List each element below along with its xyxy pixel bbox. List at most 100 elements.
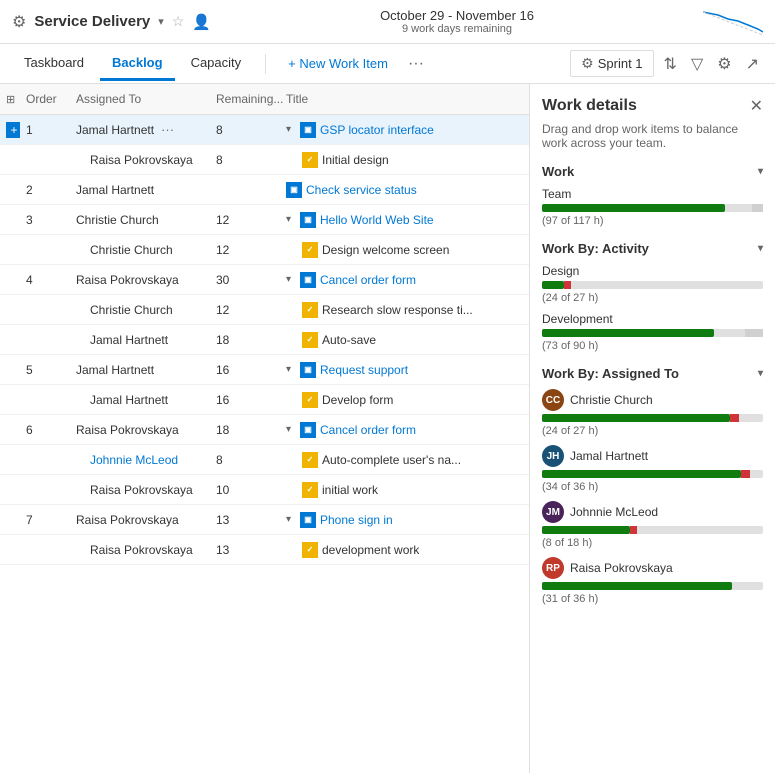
row-title-cell: ✓ Research slow response ti... (280, 299, 529, 321)
work-by-activity-section: Work By: Activity ▾ Design (24 of 27 h) … (542, 241, 763, 352)
header-title: Title (280, 88, 529, 110)
work-item-type-icon: ✓ (302, 452, 318, 468)
work-item-title[interactable]: Request support (320, 363, 408, 377)
work-section-header[interactable]: Work ▾ (542, 164, 763, 179)
close-panel-button[interactable]: ✕ (750, 96, 763, 116)
row-assigned: Jamal Hartnett ··· (70, 119, 210, 140)
row-assigned: Raisa Pokrovskaya (70, 540, 210, 560)
header-assigned: Assigned To (70, 88, 210, 110)
backlog-table: ⊞ Order Assigned To Remaining... Title +… (0, 84, 530, 773)
table-row: Johnnie McLeod 8 ✓ Auto-complete user's … (0, 445, 529, 475)
expand-icon[interactable]: ↗ (742, 50, 763, 78)
work-item-type-icon: ✓ (302, 542, 318, 558)
work-item-title[interactable]: Phone sign in (320, 513, 393, 527)
header-remaining: Remaining... (210, 88, 280, 110)
work-item-type-icon: ▣ (300, 512, 316, 528)
work-by-activity-header[interactable]: Work By: Activity ▾ (542, 241, 763, 256)
expand-row-icon[interactable]: ▾ (286, 124, 296, 135)
work-item-title[interactable]: Auto-complete user's na... (322, 453, 461, 467)
work-item-type-icon: ▣ (300, 362, 316, 378)
design-overflow (564, 281, 571, 289)
burndown-chart (703, 7, 763, 37)
person-row-rp: RP Raisa Pokrovskaya (542, 557, 763, 579)
row-assigned: Johnnie McLeod (70, 450, 210, 470)
jm-bar-fill (542, 526, 630, 534)
row-order: 4 (20, 270, 70, 290)
avatar-jh: JH (542, 445, 564, 467)
expand-row-icon[interactable]: ▾ (286, 424, 296, 435)
new-work-item-button[interactable]: + New Work Item (278, 51, 398, 76)
development-bar-track (542, 329, 763, 337)
row-assigned: Jamal Hartnett (70, 330, 210, 350)
panel-subtitle: Drag and drop work items to balance work… (542, 122, 763, 150)
row-title-cell: ▾ ▣ Hello World Web Site (280, 209, 529, 231)
expand-row-icon[interactable]: ▾ (286, 514, 296, 525)
work-item-title[interactable]: Cancel order form (320, 423, 416, 437)
table-row: 4 Raisa Pokrovskaya 30 ▾ ▣ Cancel order … (0, 265, 529, 295)
row-title-cell: ▾ ▣ Cancel order form (280, 269, 529, 291)
add-item-button[interactable]: + (6, 122, 20, 138)
work-item-title[interactable]: Check service status (306, 183, 417, 197)
table-row: 3 Christie Church 12 ▾ ▣ Hello World Web… (0, 205, 529, 235)
row-assigned: Jamal Hartnett (70, 180, 210, 200)
development-bar-remaining (745, 329, 763, 337)
filter-icon[interactable]: ▽ (687, 50, 707, 78)
expand-row-icon[interactable]: ▾ (286, 214, 296, 225)
avatar-cc: CC (542, 389, 564, 411)
settings-filter-icon[interactable]: ⇅ (660, 50, 681, 78)
cc-bar-fill (542, 414, 730, 422)
jh-bar-overflow (741, 470, 750, 478)
work-by-activity-chevron-icon: ▾ (758, 243, 763, 254)
work-item-title[interactable]: Hello World Web Site (320, 213, 434, 227)
row-title-cell: ✓ development work (280, 539, 529, 561)
row-remaining: 12 (210, 210, 280, 230)
more-options-button[interactable]: ··· (402, 51, 430, 77)
work-item-title[interactable]: Develop form (322, 393, 393, 407)
row-more-button[interactable]: ··· (157, 122, 178, 137)
row-add[interactable]: + (0, 119, 20, 141)
work-by-assigned-header[interactable]: Work By: Assigned To ▾ (542, 366, 763, 381)
table-row: Raisa Pokrovskaya 8 ✓ Initial design (0, 145, 529, 175)
gear-icon[interactable]: ⚙ (713, 50, 735, 78)
jm-bar-track (542, 526, 763, 534)
work-item-title[interactable]: development work (322, 543, 419, 557)
team-icon[interactable]: 👤 (192, 13, 211, 31)
work-item-title[interactable]: Initial design (322, 153, 389, 167)
row-assigned: Raisa Pokrovskaya (70, 270, 210, 290)
work-item-title[interactable]: Auto-save (322, 333, 376, 347)
header-order: Order (20, 88, 70, 110)
work-item-title[interactable]: initial work (322, 483, 378, 497)
favorite-icon[interactable]: ☆ (172, 13, 185, 30)
nav-divider (265, 54, 266, 74)
row-assigned: Christie Church (70, 300, 210, 320)
work-item-title[interactable]: Design welcome screen (322, 243, 449, 257)
work-item-title[interactable]: GSP locator interface (320, 123, 434, 137)
jm-bar-info: (8 of 18 h) (542, 537, 763, 549)
work-item-title[interactable]: Cancel order form (320, 273, 416, 287)
table-row: 6 Raisa Pokrovskaya 18 ▾ ▣ Cancel order … (0, 415, 529, 445)
project-chevron-icon[interactable]: ▾ (158, 15, 164, 28)
jh-bar-info: (34 of 36 h) (542, 481, 763, 493)
person-row-jh: JH Jamal Hartnett (542, 445, 763, 467)
team-bar-info: (97 of 117 h) (542, 215, 763, 227)
row-remaining: 10 (210, 480, 280, 500)
design-bar-track (542, 281, 763, 289)
row-add (0, 247, 20, 253)
row-assigned: Raisa Pokrovskaya (70, 150, 210, 170)
row-order: 6 (20, 420, 70, 440)
tab-backlog[interactable]: Backlog (100, 47, 175, 81)
expand-row-icon[interactable]: ▾ (286, 364, 296, 375)
row-remaining (210, 187, 280, 193)
row-title-cell: ✓ Initial design (280, 149, 529, 171)
development-bar-label: Development (542, 312, 763, 326)
person-name-jh: Jamal Hartnett (570, 449, 648, 463)
person-row-jm: JM Johnnie McLeod (542, 501, 763, 523)
tab-taskboard[interactable]: Taskboard (12, 47, 96, 81)
tab-capacity[interactable]: Capacity (179, 47, 254, 81)
work-item-type-icon: ▣ (286, 182, 302, 198)
work-section-label: Work (542, 164, 574, 179)
work-item-title[interactable]: Research slow response ti... (322, 303, 473, 317)
sprint-selector[interactable]: ⚙ Sprint 1 (570, 50, 653, 77)
expand-row-icon[interactable]: ▾ (286, 274, 296, 285)
row-order (20, 397, 70, 403)
